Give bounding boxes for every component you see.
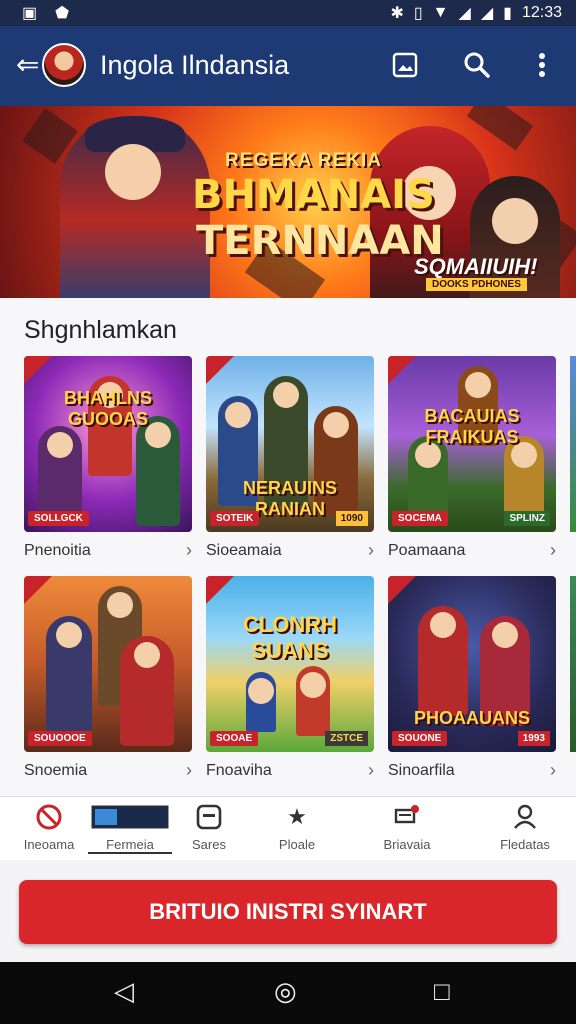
status-bar: ▣ ⬟ ✱ ▯ ▼ ◢ ◢ ▮ 12:33 bbox=[0, 0, 576, 26]
tab-fermeia[interactable]: Fermeia bbox=[88, 803, 172, 854]
app-notification-icon: ▣ bbox=[22, 5, 38, 22]
game-section: Shgnhlamkan BHAHLNS GUOOAS SOLLGCK Pneno… bbox=[0, 298, 576, 796]
tab-label: Briavaia bbox=[383, 837, 431, 852]
game-thumbnail[interactable]: SOUOOOE bbox=[24, 576, 192, 752]
tv-icon bbox=[88, 803, 172, 831]
chevron-right-icon[interactable]: › bbox=[186, 760, 192, 781]
system-nav-bar: ◁ ◎ □ bbox=[0, 962, 576, 1024]
game-card[interactable]: PHOAAUANS SOUONE 1993 Sinoarfila › bbox=[388, 576, 556, 780]
more-vert-icon[interactable] bbox=[525, 48, 559, 82]
game-card-tag: SOLLGCK bbox=[28, 511, 89, 526]
nav-back-icon[interactable]: ◁ bbox=[114, 976, 134, 1007]
game-card-label: Sinoarfila bbox=[388, 762, 455, 779]
signal-icon: ◢ bbox=[480, 5, 494, 22]
game-card[interactable]: BHAHLNS GUOOAS SOLLGCK Pnenoitia › bbox=[24, 356, 192, 560]
game-card[interactable]: BACAUIAS FRAIKUAS SOCEMA SPLINZ Poamaana… bbox=[388, 356, 556, 560]
game-thumbnail[interactable]: BACAUIAS FRAIKUAS SOCEMA SPLINZ bbox=[388, 356, 556, 532]
tab-label: Fermeia bbox=[106, 837, 154, 852]
next-card-peek bbox=[570, 576, 576, 752]
section-heading: Shgnhlamkan bbox=[24, 316, 177, 344]
hero-title: BHMANAIS bbox=[192, 172, 435, 218]
game-card-price: SPLINZ bbox=[504, 511, 550, 526]
game-card-price: ZSTCE bbox=[325, 731, 368, 746]
arrow-left-icon[interactable]: ⇐ bbox=[16, 50, 39, 80]
primary-cta-button[interactable]: BRITUIO INISTRI SYINART bbox=[19, 880, 557, 944]
app-title: Ingola Ilndansia bbox=[100, 50, 290, 80]
hero-title-2: TERNNAAN bbox=[196, 218, 444, 264]
person-icon bbox=[480, 803, 570, 831]
no-symbol-icon bbox=[4, 803, 94, 831]
game-card-tag: SOOAE bbox=[210, 731, 259, 746]
battery-icon: ▮ bbox=[503, 5, 512, 22]
game-card-label: Sioeamaia bbox=[206, 542, 282, 559]
game-card-title: CLONRH SUANS bbox=[242, 612, 338, 663]
hero-badge-title: SQMAIIUIH! bbox=[414, 254, 538, 279]
game-card-label: Fnoaviha bbox=[206, 762, 272, 779]
tab-label: Ineoama bbox=[23, 837, 75, 852]
game-thumbnail[interactable]: BHAHLNS GUOOAS SOLLGCK bbox=[24, 356, 192, 532]
tab-label: Sares bbox=[192, 837, 226, 852]
game-thumbnail[interactable]: PHOAAUANS SOUONE 1993 bbox=[388, 576, 556, 752]
game-card[interactable]: CLONRH SUANS SOOAE ZSTCE Fnoaviha › bbox=[206, 576, 374, 780]
chevron-right-icon[interactable]: › bbox=[368, 760, 374, 781]
search-icon[interactable] bbox=[460, 48, 494, 82]
game-card-price: 1993 bbox=[517, 731, 550, 746]
game-card-label: Snoemia bbox=[24, 762, 88, 779]
game-card-title: BHAHLNS GUOOAS bbox=[64, 388, 152, 429]
star-icon: ★ bbox=[287, 804, 307, 829]
chevron-right-icon[interactable]: › bbox=[368, 540, 374, 561]
game-card-tag: SOUOOOE bbox=[28, 731, 92, 746]
tab-ineoama[interactable]: Ineoama bbox=[4, 803, 94, 852]
game-thumbnail[interactable]: NERAUINS RANIAN SOTEIK 1090 bbox=[206, 356, 374, 532]
tab-briavaia[interactable]: Briavaia bbox=[362, 803, 452, 852]
tab-fledatas[interactable]: Fledatas bbox=[480, 803, 570, 852]
tab-sares[interactable]: Sares bbox=[164, 803, 254, 852]
game-card[interactable]: SOUOOOE Snoemia › bbox=[24, 576, 192, 780]
wifi-icon: ▼ bbox=[432, 4, 449, 21]
game-card-tag: SOUONE bbox=[392, 731, 448, 746]
nav-home-icon[interactable]: ◎ bbox=[274, 976, 297, 1007]
game-card-price: 1090 bbox=[335, 511, 368, 526]
game-card-title: BACAUIAS FRAIKUAS bbox=[424, 406, 520, 447]
shield-icon: ⬟ bbox=[55, 5, 70, 22]
vibrate-icon: ▯ bbox=[413, 5, 423, 22]
game-card[interactable]: NERAUINS RANIAN SOTEIK 1090 Sioeamaia › bbox=[206, 356, 374, 560]
game-card-tag: SOCEMA bbox=[392, 511, 448, 526]
signal-icon: ◢ bbox=[458, 5, 471, 22]
bluetooth-icon: ✱ bbox=[390, 5, 404, 22]
hero-character-left bbox=[60, 116, 210, 298]
image-icon[interactable] bbox=[388, 48, 422, 82]
game-card-title: PHOAAUANS bbox=[413, 708, 530, 728]
app-bar: ⇐ Ingola Ilndansia bbox=[0, 26, 576, 106]
game-card-tag: SOTEIK bbox=[210, 511, 260, 526]
chevron-right-icon[interactable]: › bbox=[186, 540, 192, 561]
hero-banner[interactable]: REGEKA REKIA BHMANAIS TERNNAAN SQMAIIUIH… bbox=[0, 106, 576, 298]
game-card-label: Pnenoitia bbox=[24, 542, 91, 559]
status-time: 12:33 bbox=[521, 4, 562, 21]
tab-ploale[interactable]: ★ Ploale bbox=[252, 803, 342, 852]
hero-badge-sub: DOOKS PDHONES bbox=[426, 278, 527, 291]
nav-recents-icon[interactable]: □ bbox=[434, 976, 450, 1007]
chevron-right-icon[interactable]: › bbox=[550, 760, 556, 781]
chevron-right-icon[interactable]: › bbox=[550, 540, 556, 561]
hero-subtitle: REGEKA REKIA bbox=[225, 150, 382, 171]
cta-area: BRITUIO INISTRI SYINART bbox=[0, 860, 576, 962]
next-card-peek bbox=[570, 356, 576, 532]
bottom-tab-bar: Ineoama Fermeia Sares ★ Ploale Briavaia … bbox=[0, 796, 576, 861]
square-icon bbox=[164, 803, 254, 831]
tab-label: Fledatas bbox=[500, 837, 550, 852]
cart-icon bbox=[362, 803, 452, 831]
game-card-label: Poamaana bbox=[388, 542, 466, 559]
tab-label: Ploale bbox=[278, 837, 316, 852]
avatar[interactable] bbox=[42, 43, 86, 87]
game-thumbnail[interactable]: CLONRH SUANS SOOAE ZSTCE bbox=[206, 576, 374, 752]
